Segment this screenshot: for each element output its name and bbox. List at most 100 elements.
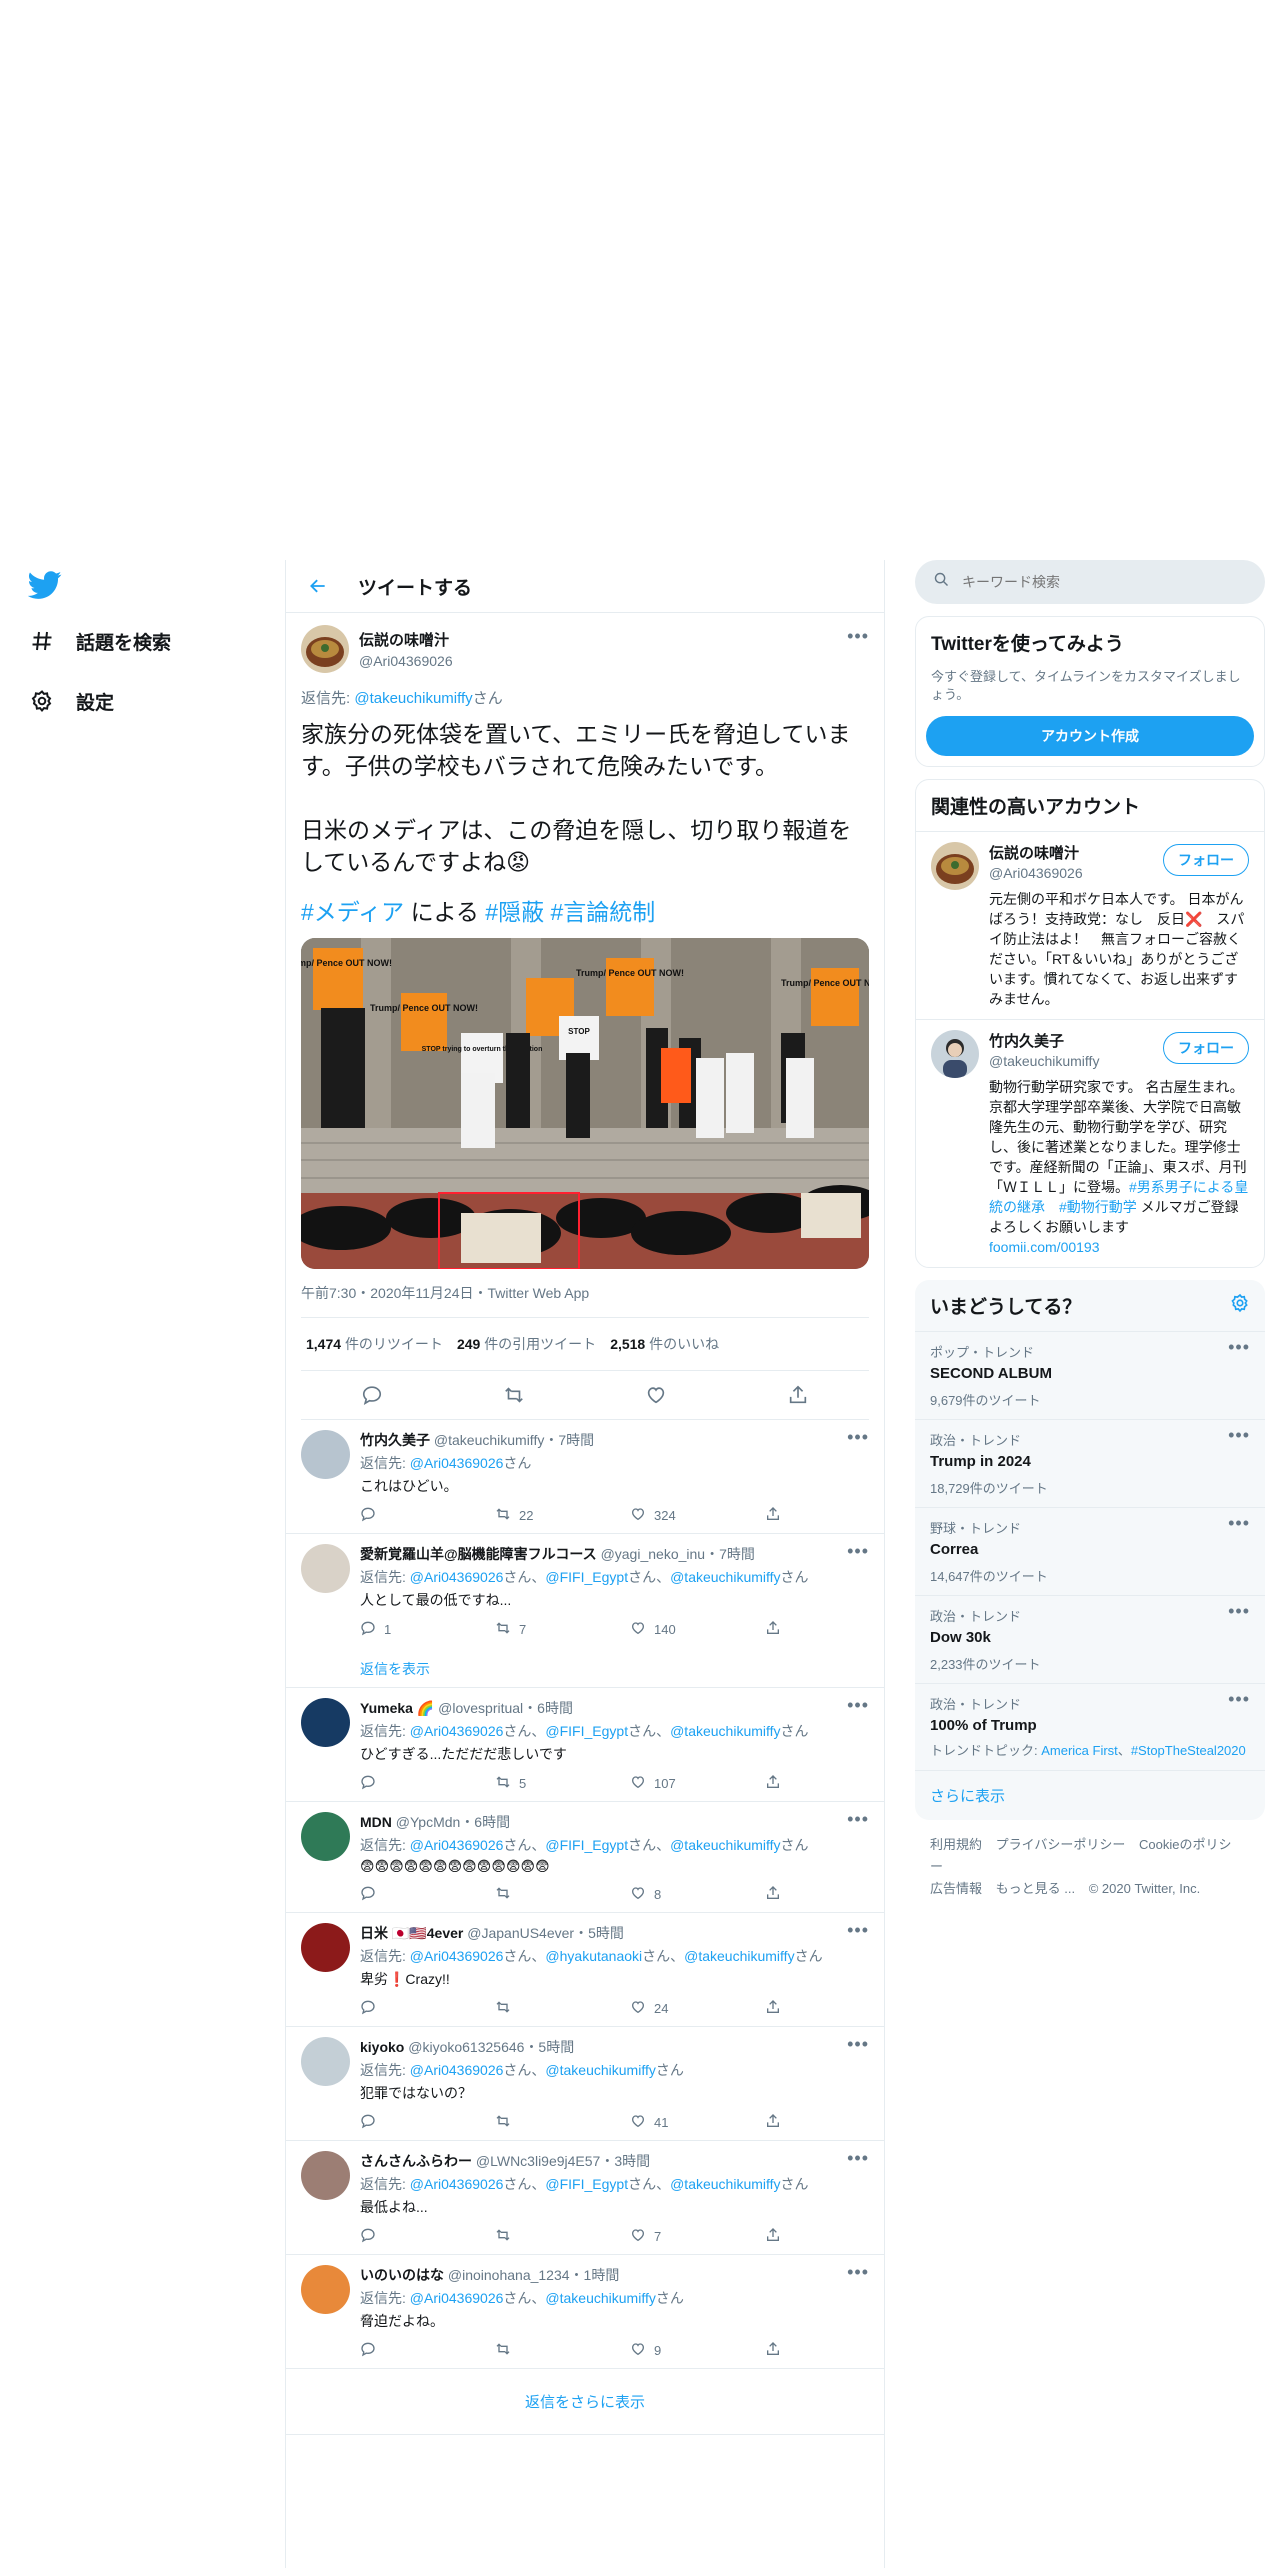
bio-link[interactable]: foomii.com/00193 (989, 1239, 1100, 1255)
trend-item[interactable]: ••• 政治・トレンド Dow 30k 2,233件のツイート (915, 1596, 1265, 1684)
avatar[interactable] (301, 1544, 350, 1593)
trend-item[interactable]: ••• 政治・トレンド Trump in 2024 18,729件のツイート (915, 1420, 1265, 1508)
author-handle[interactable]: @kiyoko61325646 (408, 2039, 524, 2055)
reply-tweet[interactable]: ••• いのいのはな @inoinohana_1234・1時間 返信先: @Ari0… (286, 2255, 884, 2369)
share-button[interactable] (765, 2113, 900, 2132)
reply-to-link[interactable]: @FIFI_Egypt (545, 2176, 628, 2192)
share-button[interactable] (765, 2227, 900, 2246)
share-button[interactable] (765, 1885, 900, 1904)
author-name[interactable]: 日米 🇯🇵🇺🇸4ever (360, 1925, 463, 1941)
retweet-button[interactable]: 7 (495, 1620, 630, 1639)
create-account-button[interactable]: アカウント作成 (926, 716, 1254, 756)
reply-to-link[interactable]: @Ari04369026 (410, 1569, 504, 1585)
like-button[interactable]: 41 (630, 2113, 765, 2132)
trend-topic-link[interactable]: America First (1041, 1743, 1118, 1758)
like-button[interactable]: 8 (630, 1885, 765, 1904)
retweet-button[interactable] (495, 2113, 630, 2132)
author-handle[interactable]: @lovespritual (438, 1700, 523, 1716)
trend-topic-link[interactable]: #StopTheSteal2020 (1131, 1743, 1246, 1758)
tweet-more-icon[interactable]: ••• (847, 2149, 869, 2167)
reply-to-link[interactable]: @hyakutanaoki (545, 1948, 642, 1964)
reply-tweet[interactable]: ••• 日米 🇯🇵🇺🇸4ever @JapanUS4ever・5時間 返信先: @A… (286, 1913, 884, 2027)
tweet-more-icon[interactable]: ••• (847, 1428, 869, 1446)
retweet-button[interactable]: 22 (495, 1506, 630, 1525)
search-box[interactable] (915, 560, 1265, 604)
reply-button[interactable] (360, 2341, 495, 2360)
nav-explore[interactable]: 話題を検索 (28, 627, 171, 655)
share-button[interactable] (765, 1774, 900, 1793)
author-name[interactable]: Yumeka 🌈 (360, 1700, 434, 1716)
nav-settings[interactable]: 設定 (28, 687, 114, 715)
reply-to-link[interactable]: @Ari04369026 (410, 1455, 504, 1471)
reply-to-link[interactable]: @FIFI_Egypt (545, 1723, 628, 1739)
avatar[interactable] (301, 2265, 350, 2314)
like-button[interactable]: 324 (630, 1506, 765, 1525)
author-handle[interactable]: @Ari04369026 (359, 653, 453, 669)
hashtag-link[interactable]: #メディア (301, 899, 404, 925)
footer-link[interactable]: もっと見る ... (996, 1881, 1075, 1896)
footer-link[interactable]: 広告情報 (930, 1881, 982, 1896)
retweet-icon[interactable] (500, 1381, 528, 1409)
avatar[interactable] (931, 1030, 979, 1078)
tweet-more-icon[interactable]: ••• (847, 1696, 869, 1714)
reply-to-link[interactable]: @Ari04369026 (410, 2062, 504, 2078)
reply-time[interactable]: ・6時間 (523, 1700, 573, 1716)
trend-more-icon[interactable]: ••• (1228, 1602, 1250, 1620)
hashtag-link[interactable]: #言論統制 (550, 899, 655, 925)
share-button[interactable] (765, 1620, 900, 1639)
avatar[interactable] (931, 842, 979, 890)
author-handle[interactable]: @YpcMdn (396, 1814, 461, 1830)
share-button[interactable] (765, 2341, 900, 2360)
reply-tweet[interactable]: ••• 竹内久美子 @takeuchikumiffy・7時間 返信先: @Ari04… (286, 1420, 884, 1534)
author-name[interactable]: 竹内久美子 (360, 1432, 430, 1448)
like-button[interactable]: 9 (630, 2341, 765, 2360)
retweet-button[interactable] (495, 2227, 630, 2246)
reply-time[interactable]: ・3時間 (600, 2153, 650, 2169)
author-name[interactable]: さんさんふらわー (360, 2153, 472, 2169)
back-arrow-icon[interactable] (306, 574, 330, 598)
reply-to-link[interactable]: @Ari04369026 (410, 1723, 504, 1739)
author-handle[interactable]: @LWNc3li9e9j4E57 (476, 2153, 600, 2169)
reply-to-link[interactable]: @takeuchikumiffy (545, 2062, 655, 2078)
reply-to-link[interactable]: @takeuchikumiffy (670, 1723, 780, 1739)
reply-time[interactable]: ・6時間 (460, 1814, 510, 1830)
like-button[interactable]: 107 (630, 1774, 765, 1793)
tweet-more-icon[interactable]: ••• (847, 1810, 869, 1828)
reply-time[interactable]: ・5時間 (524, 2039, 574, 2055)
reply-button[interactable] (360, 1999, 495, 2018)
retweet-button[interactable] (495, 1885, 630, 1904)
author-handle[interactable]: @JapanUS4ever (467, 1925, 574, 1941)
hashtag-link[interactable]: #動物行動学 (1059, 1199, 1137, 1215)
reply-button[interactable] (360, 2113, 495, 2132)
trend-more-icon[interactable]: ••• (1228, 1690, 1250, 1708)
trend-item[interactable]: ••• ポップ・トレンド SECOND ALBUM 9,679件のツイート (915, 1332, 1265, 1420)
trend-more-icon[interactable]: ••• (1228, 1514, 1250, 1532)
reply-to-link[interactable]: @Ari04369026 (410, 1837, 504, 1853)
reply-time[interactable]: ・7時間 (705, 1546, 755, 1562)
author-name[interactable]: MDN (360, 1814, 392, 1830)
avatar[interactable] (301, 2037, 350, 2086)
share-icon[interactable] (784, 1381, 812, 1409)
reply-to-link[interactable]: @FIFI_Egypt (545, 1569, 628, 1585)
avatar[interactable] (301, 1923, 350, 1972)
reply-time[interactable]: ・1時間 (570, 2267, 620, 2283)
avatar[interactable] (301, 1430, 350, 1479)
follow-button[interactable]: フォロー (1163, 1032, 1249, 1064)
search-input[interactable] (962, 574, 1222, 590)
footer-link[interactable]: 利用規約 (930, 1837, 982, 1852)
reply-tweet[interactable]: ••• Yumeka 🌈 @lovespritual・6時間 返信先: @Ari04… (286, 1688, 884, 1802)
reply-to-link[interactable]: @Ari04369026 (410, 2290, 504, 2306)
author-name[interactable]: kiyoko (360, 2039, 404, 2055)
reply-button[interactable]: 1 (360, 1620, 495, 1639)
avatar[interactable] (301, 1698, 350, 1747)
avatar[interactable] (301, 2151, 350, 2200)
reply-tweet[interactable]: ••• MDN @YpcMdn・6時間 返信先: @Ari04369026さん、@F… (286, 1802, 884, 1913)
tweet-more-icon[interactable]: ••• (847, 2263, 869, 2281)
trend-item[interactable]: ••• 野球・トレンド Correa 14,647件のツイート (915, 1508, 1265, 1596)
reply-button[interactable] (360, 2227, 495, 2246)
author-handle[interactable]: @inoinohana_1234 (448, 2267, 570, 2283)
related-account[interactable]: 竹内久美子 @takeuchikumiffy 動物行動学研究家です。 名古屋生ま… (916, 1019, 1264, 1267)
avatar[interactable] (301, 1812, 350, 1861)
retweet-count[interactable]: 1,474 件のリツイート (306, 1334, 443, 1354)
tweet-more-icon[interactable]: ••• (847, 1542, 869, 1560)
